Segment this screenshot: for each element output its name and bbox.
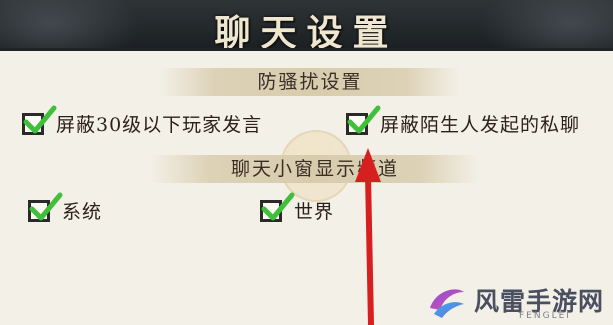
- watermark-brand-en: FENGLEI: [519, 311, 571, 321]
- watermark-brand: 风雷手游网 FENGLEI: [422, 276, 613, 325]
- fenglei-logo-icon: [430, 289, 464, 318]
